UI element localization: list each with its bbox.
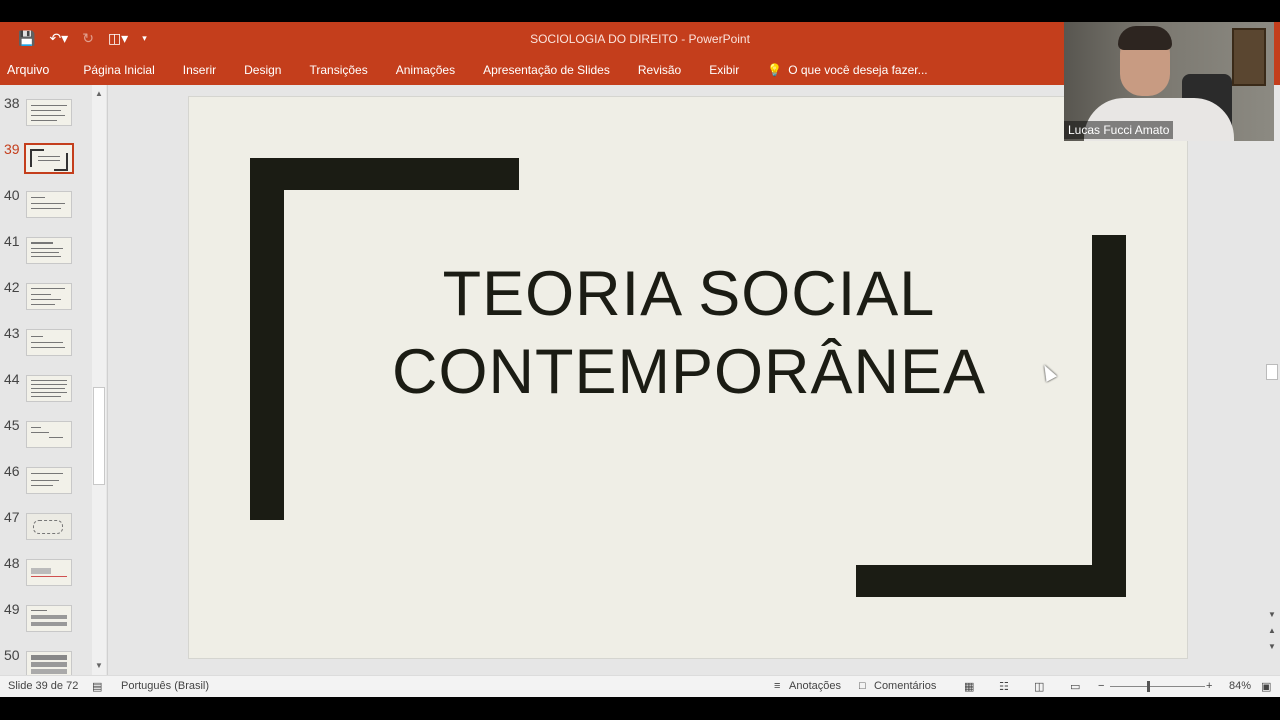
slide-thumbnail[interactable] [26, 651, 72, 678]
bracket-bottom-right-vertical [1092, 235, 1126, 597]
slide-thumbnail[interactable] [26, 283, 72, 310]
slide-number: 41 [4, 233, 20, 249]
tab-animacoes[interactable]: Animações [382, 63, 469, 77]
slide-thumbnail[interactable] [24, 143, 74, 174]
previous-slide-icon[interactable]: ▲ [1266, 625, 1278, 637]
thumbnail-item[interactable]: 49 [0, 601, 90, 647]
workspace: 38 39 40 41 42 43 44 45 46 47 48 49 50 ▲… [0, 85, 1280, 678]
slide-thumbnail[interactable] [26, 329, 72, 356]
thumbnail-item[interactable]: 46 [0, 463, 90, 509]
slide-number: 45 [4, 417, 20, 433]
tell-me-text: O que você deseja fazer... [788, 63, 928, 77]
slide-canvas[interactable]: TEORIA SOCIAL CONTEMPORÂNEA [188, 96, 1188, 659]
slide-thumbnail[interactable] [26, 513, 72, 540]
tab-arquivo[interactable]: Arquivo [0, 63, 69, 77]
thumbnail-item[interactable]: 45 [0, 417, 90, 463]
slide-number: 49 [4, 601, 20, 617]
tab-inserir[interactable]: Inserir [169, 63, 230, 77]
thumbnail-item[interactable]: 41 [0, 233, 90, 279]
tab-revisao[interactable]: Revisão [624, 63, 695, 77]
participant-name: Lucas Fucci Amato [1064, 121, 1174, 139]
notes-button[interactable]: Anotações [789, 680, 841, 692]
tab-transicoes[interactable]: Transições [295, 63, 381, 77]
thumbnail-item[interactable]: 38 [0, 95, 90, 141]
bottom-black-bar [0, 697, 1280, 720]
tab-pagina-inicial[interactable]: Página Inicial [69, 63, 168, 77]
zoom-level[interactable]: 84% [1229, 680, 1251, 692]
slide-thumbnail[interactable] [26, 191, 72, 218]
tab-design[interactable]: Design [230, 63, 295, 77]
bracket-top-left-horizontal [250, 158, 519, 190]
bracket-bottom-right-horizontal [856, 565, 1126, 597]
slide-number: 44 [4, 371, 20, 387]
thumbnail-item[interactable]: 43 [0, 325, 90, 371]
scrollbar-thumb[interactable] [93, 387, 105, 485]
slide-counter: Slide 39 de 72 [8, 680, 79, 692]
slide-sorter-icon[interactable]: ☷ [999, 680, 1009, 693]
status-bar: Slide 39 de 72 ▤ Português (Brasil) ≡ An… [0, 675, 1280, 697]
fit-to-window-icon[interactable]: ▣ [1261, 680, 1271, 693]
zoom-out-button[interactable]: − [1098, 680, 1104, 692]
tab-apresentacao[interactable]: Apresentação de Slides [469, 63, 624, 77]
wall-painting [1232, 28, 1266, 86]
language-indicator[interactable]: Português (Brasil) [121, 680, 209, 692]
thumbnail-item[interactable]: 47 [0, 509, 90, 555]
person-hair [1118, 26, 1172, 50]
tell-me-box[interactable]: 💡 O que você deseja fazer... [753, 63, 927, 77]
top-black-bar [0, 0, 1280, 22]
lightbulb-icon: 💡 [767, 63, 783, 77]
main-scrollbar[interactable]: ▼ ▲ ▼ [1264, 85, 1280, 675]
zoom-slider-knob[interactable] [1147, 681, 1150, 692]
scroll-up-icon[interactable]: ▲ [92, 87, 106, 101]
scroll-down-icon[interactable]: ▼ [92, 659, 106, 673]
slide-number: 46 [4, 463, 20, 479]
slide-thumbnail[interactable] [26, 237, 72, 264]
slide-title-line-1: TEORIA SOCIAL [442, 259, 936, 329]
slide-number: 40 [4, 187, 20, 203]
slide-number: 48 [4, 555, 20, 571]
webcam-overlay: Lucas Fucci Amato [1064, 22, 1274, 141]
slide-number: 50 [4, 647, 20, 663]
comments-icon[interactable]: □ [859, 680, 866, 692]
bracket-top-left-vertical [250, 158, 284, 520]
slide-thumbnail-pane: 38 39 40 41 42 43 44 45 46 47 48 49 50 ▲… [0, 85, 108, 678]
slide-title[interactable]: TEORIA SOCIAL CONTEMPORÂNEA [329, 255, 1049, 411]
slide-number: 39 [4, 141, 20, 157]
thumbnail-item[interactable]: 42 [0, 279, 90, 325]
notes-icon[interactable]: ≡ [774, 680, 780, 692]
slide-thumbnail[interactable] [26, 467, 72, 494]
zoom-in-button[interactable]: + [1206, 680, 1212, 692]
slide-number: 38 [4, 95, 20, 111]
next-slide-icon[interactable]: ▼ [1266, 641, 1278, 653]
scrollbar-thumb[interactable] [1266, 364, 1278, 380]
thumbnail-item[interactable]: 48 [0, 555, 90, 601]
slide-number: 47 [4, 509, 20, 525]
reading-view-icon[interactable]: ◫ [1034, 680, 1044, 693]
scroll-down-icon[interactable]: ▼ [1266, 609, 1278, 621]
slide-number: 43 [4, 325, 20, 341]
thumbnail-item-active[interactable]: 39 [0, 141, 90, 187]
slide-thumbnail[interactable] [26, 605, 72, 632]
slideshow-icon[interactable]: ▭ [1070, 680, 1080, 693]
zoom-slider[interactable] [1110, 686, 1205, 687]
thumbnail-item[interactable]: 44 [0, 371, 90, 417]
slide-title-line-2: CONTEMPORÂNEA [391, 337, 987, 407]
slide-thumbnail[interactable] [26, 421, 72, 448]
slide-thumbnail[interactable] [26, 99, 72, 126]
thumbnail-item[interactable]: 40 [0, 187, 90, 233]
thumbnail-scrollbar[interactable]: ▲ ▼ [92, 85, 106, 675]
spellcheck-icon[interactable]: ▤ [92, 680, 102, 693]
slide-thumbnail[interactable] [26, 375, 72, 402]
normal-view-icon[interactable]: ▦ [964, 680, 974, 693]
slide-thumbnail[interactable] [26, 559, 72, 586]
comments-button[interactable]: Comentários [874, 680, 936, 692]
slide-number: 42 [4, 279, 20, 295]
tab-exibir[interactable]: Exibir [695, 63, 753, 77]
